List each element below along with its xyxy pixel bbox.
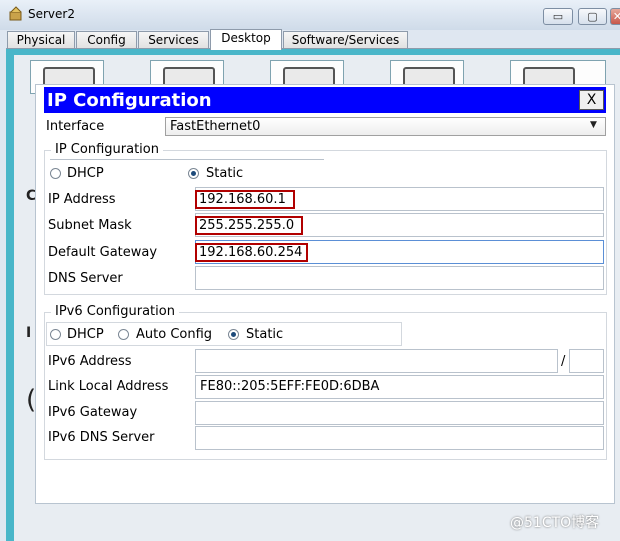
- window-title: Server2: [28, 7, 75, 21]
- window-close-button[interactable]: ✕: [610, 8, 620, 25]
- default-gateway-value: 192.168.60.254: [195, 243, 308, 262]
- ipv4-dhcp-radio[interactable]: [50, 168, 61, 179]
- dialog-close-button[interactable]: X: [579, 90, 604, 110]
- link-local-label: Link Local Address: [48, 379, 169, 394]
- watermark: @51CTO博客: [510, 515, 600, 531]
- minimize-button[interactable]: ▭: [543, 8, 573, 25]
- background-letter: I: [26, 325, 32, 341]
- ipv6-gateway-field[interactable]: [195, 401, 604, 425]
- dns-server-label: DNS Server: [48, 271, 123, 286]
- ipv4-static-label: Static: [206, 166, 244, 181]
- ipv6-address-label: IPv6 Address: [48, 354, 132, 369]
- tab-desktop[interactable]: Desktop: [210, 29, 282, 50]
- ipv6-dns-field[interactable]: [195, 426, 604, 450]
- server-app-icon: [9, 6, 22, 21]
- default-gateway-label: Default Gateway: [48, 245, 158, 260]
- ipv4-static-radio[interactable]: [188, 168, 199, 179]
- interface-select[interactable]: FastEthernet0: [165, 117, 606, 136]
- ipv6-static-radio[interactable]: [228, 329, 239, 340]
- interface-label: Interface: [46, 119, 105, 134]
- ipv6-dhcp-label: DHCP: [67, 327, 104, 342]
- ipv6-group-title: IPv6 Configuration: [51, 304, 179, 319]
- tab-services[interactable]: Services: [138, 31, 209, 49]
- link-local-field[interactable]: FE80::205:5EFF:FE0D:6DBA: [195, 375, 604, 399]
- ipv6-prefix-field[interactable]: [569, 349, 604, 373]
- background-letter: C: [26, 188, 37, 204]
- dialog-title: IP Configuration: [47, 90, 212, 111]
- close-icon: ✕: [612, 10, 620, 23]
- subnet-mask-value: 255.255.255.0: [195, 216, 303, 235]
- ipv4-group-title: IP Configuration: [51, 142, 163, 157]
- window-titlebar: [0, 0, 620, 30]
- subnet-mask-label: Subnet Mask: [48, 218, 132, 233]
- ipv4-dhcp-label: DHCP: [67, 166, 104, 181]
- ipv6-dns-label: IPv6 DNS Server: [48, 430, 155, 445]
- dns-server-field[interactable]: [195, 266, 604, 290]
- ipv6-address-field[interactable]: [195, 349, 558, 373]
- maximize-icon: ▢: [587, 10, 598, 23]
- minimize-icon: ▭: [552, 10, 564, 23]
- ipv6-auto-config-label: Auto Config: [136, 327, 213, 342]
- background-letter: (: [26, 385, 37, 415]
- ip-address-label: IP Address: [48, 192, 116, 207]
- ipv6-static-label: Static: [246, 327, 284, 342]
- ipv6-dhcp-radio[interactable]: [50, 329, 61, 340]
- maximize-button[interactable]: ▢: [578, 8, 607, 25]
- tab-physical[interactable]: Physical: [7, 31, 75, 49]
- ipv6-gateway-label: IPv6 Gateway: [48, 405, 138, 420]
- tab-config[interactable]: Config: [76, 31, 137, 49]
- ip-address-value: 192.168.60.1: [195, 190, 295, 209]
- group-divider: [50, 159, 324, 160]
- chevron-down-icon: ▼: [590, 120, 597, 130]
- tab-software-services[interactable]: Software/Services: [283, 31, 408, 49]
- ipv6-auto-config-radio[interactable]: [118, 329, 129, 340]
- prefix-separator: /: [561, 354, 566, 369]
